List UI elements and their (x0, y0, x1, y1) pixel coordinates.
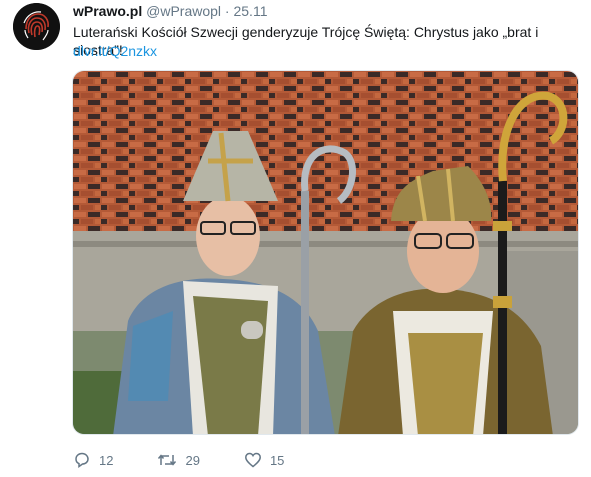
tweet-actions: 12 29 15 (73, 451, 328, 469)
reply-button[interactable]: 12 (73, 451, 113, 469)
reply-icon (73, 451, 91, 469)
like-button[interactable]: 15 (244, 451, 284, 469)
tweet-photo[interactable] (72, 70, 579, 435)
account-handle[interactable]: @wPrawopl (146, 3, 221, 19)
tweet-header: wPrawo.pl @wPrawopl · 25.11 (73, 3, 267, 19)
separator-dot: · (224, 3, 230, 19)
retweet-icon (157, 451, 177, 469)
avatar[interactable] (13, 3, 60, 50)
reply-count: 12 (99, 452, 114, 468)
tweet-link[interactable]: dlvr.it/Q2nzkx (73, 43, 157, 59)
fingerprint-logo-icon (13, 3, 60, 50)
tweet-date[interactable]: 25.11 (233, 3, 267, 19)
like-count: 15 (269, 452, 285, 468)
account-name[interactable]: wPrawo.pl (73, 3, 142, 19)
retweet-button[interactable]: 29 (157, 451, 200, 469)
heart-icon (244, 451, 262, 469)
retweet-count: 29 (185, 452, 200, 468)
tweet: wPrawo.pl @wPrawopl · 25.11 Luterański K… (0, 0, 591, 477)
